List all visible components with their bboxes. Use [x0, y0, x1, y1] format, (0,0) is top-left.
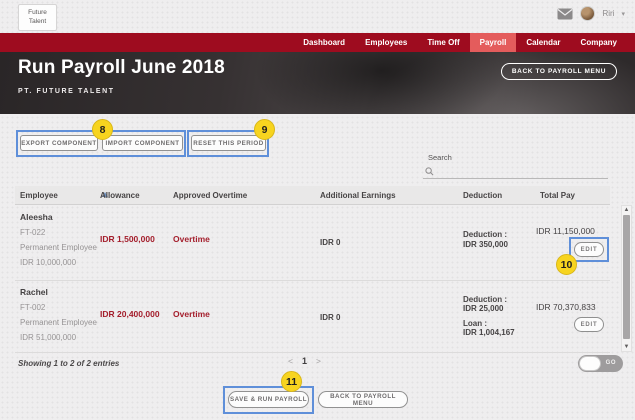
- deduction-value: IDR 25,000: [463, 304, 503, 313]
- employee-name: Aleesha: [20, 212, 53, 222]
- annotation-badge-10: 10: [556, 254, 577, 275]
- column-total-pay[interactable]: Total Pay: [540, 186, 575, 205]
- total-pay-value: IDR 11,150,000: [536, 226, 595, 236]
- company-logo[interactable]: Future Talent: [18, 4, 57, 31]
- overtime-value: Overtime: [173, 309, 210, 319]
- topbar-right: Riri ▾: [557, 6, 625, 21]
- logo-line-1: Future: [28, 9, 47, 17]
- company-name: PT. FUTURE TALENT: [18, 88, 115, 95]
- scrollbar-thumb[interactable]: [623, 215, 630, 339]
- payroll-app: Future Talent Riri ▾ Dashboard Employees…: [0, 0, 635, 420]
- allowance-value: IDR 20,400,000: [100, 309, 160, 319]
- scroll-up-icon[interactable]: ▲: [622, 206, 631, 214]
- search-icon: [425, 167, 434, 176]
- deduction-label: Deduction :: [463, 295, 507, 304]
- search-input[interactable]: [423, 165, 608, 179]
- base-salary: IDR 10,000,000: [20, 258, 76, 267]
- employment-type: Permanent Employee: [20, 318, 97, 327]
- save-and-run-payroll-button[interactable]: SAVE & RUN PAYROLL: [228, 391, 309, 408]
- employee-id: FT-022: [20, 228, 45, 237]
- nav-item-time-off[interactable]: Time Off: [417, 33, 469, 52]
- total-pay-value: IDR 70,370,833: [536, 302, 596, 312]
- chevron-down-icon[interactable]: ▾: [621, 10, 625, 18]
- overtime-value: Overtime: [173, 234, 210, 244]
- loan-value: IDR 1,004,167: [463, 328, 515, 337]
- go-toggle[interactable]: GO: [578, 355, 623, 372]
- additional-earnings-value: IDR 0: [320, 238, 340, 247]
- nav-item-payroll[interactable]: Payroll: [470, 33, 517, 52]
- edit-button-row-1[interactable]: EDIT: [574, 242, 604, 257]
- hero-banner: Run Payroll June 2018 PT. FUTURE TALENT …: [0, 52, 635, 114]
- row-divider: [15, 280, 610, 281]
- column-allowance[interactable]: Allowance: [100, 186, 140, 205]
- annotation-badge-11: 11: [281, 371, 302, 392]
- logo-line-2: Talent: [29, 18, 46, 26]
- reset-this-period-button[interactable]: RESET THIS PERIOD: [191, 135, 266, 151]
- back-to-payroll-menu-button-bottom[interactable]: BACK TO PAYROLL MENU: [318, 391, 408, 408]
- employee-name: Rachel: [20, 287, 48, 297]
- search-label: Search: [428, 153, 452, 162]
- export-component-button[interactable]: EXPORT COMPONENT: [20, 135, 98, 151]
- annotation-badge-9: 9: [254, 119, 275, 140]
- column-approved-overtime[interactable]: Approved Overtime: [173, 186, 247, 205]
- base-salary: IDR 51,000,000: [20, 333, 76, 342]
- nav-item-company[interactable]: Company: [571, 33, 627, 52]
- deduction-value: IDR 350,000: [463, 240, 508, 249]
- nav-item-calendar[interactable]: Calendar: [516, 33, 570, 52]
- nav-item-dashboard[interactable]: Dashboard: [293, 33, 355, 52]
- entries-summary: Showing 1 to 2 of 2 entries: [18, 359, 119, 368]
- additional-earnings-value: IDR 0: [320, 313, 340, 322]
- employee-id: FT-002: [20, 303, 45, 312]
- table-bottom-border: [15, 352, 610, 353]
- edit-button-row-2[interactable]: EDIT: [574, 317, 604, 332]
- main-nav: Dashboard Employees Time Off Payroll Cal…: [0, 33, 635, 52]
- pagination-prev[interactable]: <: [288, 356, 293, 366]
- toggle-knob[interactable]: [579, 356, 601, 371]
- column-deduction[interactable]: Deduction: [463, 186, 502, 205]
- pagination-page-1[interactable]: 1: [302, 356, 307, 366]
- user-name[interactable]: Riri: [602, 9, 614, 18]
- pagination-next[interactable]: >: [316, 356, 321, 366]
- column-employee[interactable]: Employee: [20, 186, 58, 205]
- page-title: Run Payroll June 2018: [18, 57, 225, 79]
- annotation-badge-8: 8: [92, 119, 113, 140]
- table-header: Employee Allowance Approved Overtime Add…: [15, 186, 610, 205]
- mail-icon[interactable]: [557, 8, 573, 20]
- import-component-button[interactable]: IMPORT COMPONENT: [102, 135, 183, 151]
- pagination: < 1 >: [288, 356, 321, 366]
- employment-type: Permanent Employee: [20, 243, 97, 252]
- vertical-scrollbar[interactable]: ▲ ▼: [621, 205, 632, 352]
- nav-item-employees[interactable]: Employees: [355, 33, 417, 52]
- deduction-label: Deduction :: [463, 230, 507, 239]
- column-additional-earnings[interactable]: Additional Earnings: [320, 186, 396, 205]
- back-to-payroll-menu-button-top[interactable]: BACK TO PAYROLL MENU: [501, 63, 617, 80]
- loan-label: Loan :: [463, 319, 487, 328]
- toggle-go-label: GO: [606, 360, 616, 366]
- allowance-value: IDR 1,500,000: [100, 234, 155, 244]
- scroll-down-icon[interactable]: ▼: [622, 343, 631, 351]
- user-avatar[interactable]: [580, 6, 595, 21]
